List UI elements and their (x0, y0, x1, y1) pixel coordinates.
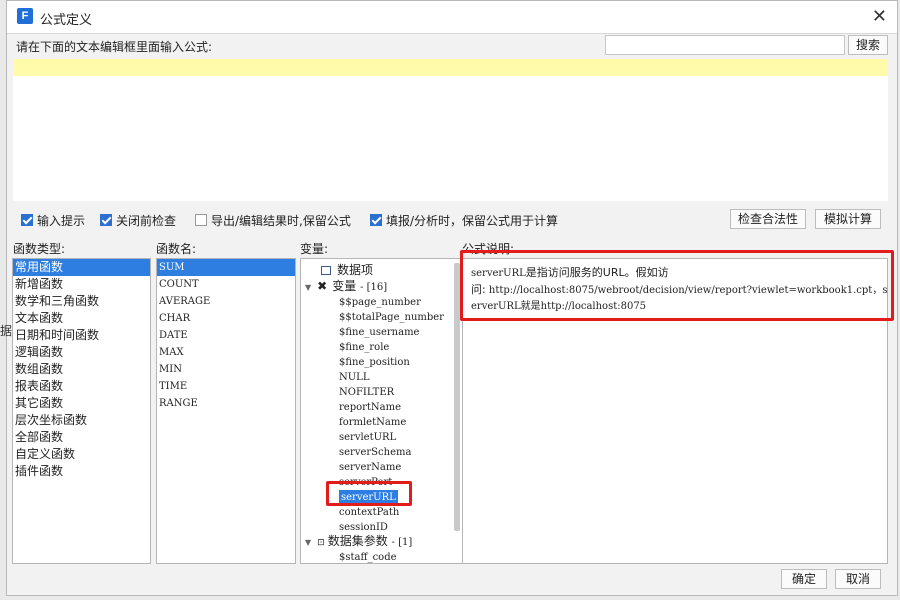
category-item[interactable]: 自定义函数 (13, 446, 150, 463)
simulate-button[interactable]: 模拟计算 (815, 209, 881, 229)
category-item[interactable]: 常用函数 (13, 259, 150, 276)
check-validity-button[interactable]: 检查合法性 (730, 209, 806, 229)
close-icon[interactable]: ✕ (872, 6, 887, 27)
checkbox-check-before-close[interactable]: 关闭前检查 (100, 212, 176, 228)
title-bar: F 公式定义 ✕ (7, 1, 897, 34)
category-item[interactable]: 日期和时间函数 (13, 327, 150, 344)
dataset-param-icon: ⊡ (317, 538, 325, 548)
formula-dialog: F 公式定义 ✕ 请在下面的文本编辑框里面输入公式: 搜索 输入提示 关闭前检查… (6, 0, 898, 596)
tree-dataset-param[interactable]: $staff_code (339, 550, 397, 563)
checkbox-icon (21, 213, 33, 226)
checkbox-keep-formula-export[interactable]: 导出/编辑结果时,保留公式 (195, 212, 351, 228)
tree-variables-node[interactable]: ▼ ✖ 变量 - [16] (305, 279, 387, 294)
category-item[interactable]: 层次坐标函数 (13, 412, 150, 429)
dialog-title: 公式定义 (40, 13, 93, 28)
function-item[interactable]: SUM (157, 259, 295, 276)
function-item[interactable]: COUNT (157, 276, 295, 293)
function-label: 函数名: (156, 242, 197, 256)
category-item[interactable]: 新增函数 (13, 276, 150, 293)
tree-variable-item[interactable]: serverName (339, 460, 401, 475)
variable-highlight-box (326, 481, 412, 506)
tree-variable-item[interactable]: $fine_role (339, 340, 389, 355)
tree-variable-item[interactable]: reportName (339, 400, 401, 415)
category-item[interactable]: 全部函数 (13, 429, 150, 446)
chevron-down-icon: ▼ (305, 538, 312, 547)
function-item[interactable]: MIN (157, 361, 295, 378)
tree-variable-item[interactable]: formletName (339, 415, 406, 430)
category-item[interactable]: 数组函数 (13, 361, 150, 378)
ok-button[interactable]: 确定 (781, 569, 827, 589)
function-item[interactable]: TIME (157, 378, 295, 395)
variable-icon: ✖ (317, 279, 328, 293)
formula-editor[interactable] (13, 59, 888, 201)
category-item[interactable]: 逻辑函数 (13, 344, 150, 361)
category-label: 函数类型: (13, 242, 66, 256)
tree-variable-item[interactable]: serverSchema (339, 445, 411, 460)
app-logo-icon: F (17, 8, 33, 24)
checkbox-icon (195, 213, 207, 226)
function-item[interactable]: DATE (157, 327, 295, 344)
tree-variable-item[interactable]: NOFILTER (339, 385, 394, 400)
tree-variable-item[interactable]: $$totalPage_number (339, 310, 444, 325)
category-item[interactable]: 其它函数 (13, 395, 150, 412)
cancel-button[interactable]: 取消 (835, 569, 881, 589)
tree-variable-item[interactable]: $fine_username (339, 325, 419, 340)
function-item[interactable]: RANGE (157, 395, 295, 412)
chevron-down-icon: ▼ (305, 283, 312, 292)
table-icon (321, 266, 331, 275)
function-item[interactable]: MAX (157, 344, 295, 361)
tree-variable-item[interactable]: contextPath (339, 505, 399, 520)
search-button[interactable]: 搜索 (848, 35, 888, 55)
variable-tree[interactable]: 数据项 ▼ ✖ 变量 - [16] $$page_number $$totalPage… (300, 258, 463, 564)
background-side-text: 据 (0, 324, 13, 338)
tree-dataset-node[interactable]: ▼ ⊡ 数据集参数 - [1] (305, 534, 412, 549)
variable-label: 变量: (300, 242, 329, 256)
category-list[interactable]: 常用函数 新增函数 数学和三角函数 文本函数 日期和时间函数 逻辑函数 数组函数 报表函数 其它… (12, 258, 151, 564)
tree-variable-item[interactable]: servletURL (339, 430, 396, 445)
search-input[interactable] (605, 35, 845, 55)
category-item[interactable]: 报表函数 (13, 378, 150, 395)
editor-current-line (13, 59, 888, 76)
category-item[interactable]: 文本函数 (13, 310, 150, 327)
category-item[interactable]: 数学和三角函数 (13, 293, 150, 310)
tree-root[interactable]: 数据项 (321, 263, 373, 278)
checkbox-icon (100, 213, 112, 226)
function-list[interactable]: SUM COUNT AVERAGE CHAR DATE MAX MIN TIME RANGE (156, 258, 296, 564)
checkbox-keep-formula-fill[interactable]: 填报/分析时，保留公式用于计算 (370, 212, 558, 228)
checkbox-icon (370, 213, 382, 226)
function-item[interactable]: CHAR (157, 310, 295, 327)
prompt-label: 请在下面的文本编辑框里面输入公式: (16, 40, 213, 54)
description-highlight-box (460, 250, 894, 321)
category-item[interactable]: 插件函数 (13, 463, 150, 480)
tree-variable-item[interactable]: $$page_number (339, 295, 421, 310)
tree-variable-item[interactable]: sessionID (339, 520, 388, 535)
checkbox-input-hint[interactable]: 输入提示 (21, 212, 85, 228)
tree-variable-item[interactable]: NULL (339, 370, 369, 385)
function-item[interactable]: AVERAGE (157, 293, 295, 310)
tree-variable-item[interactable]: $fine_position (339, 355, 410, 370)
